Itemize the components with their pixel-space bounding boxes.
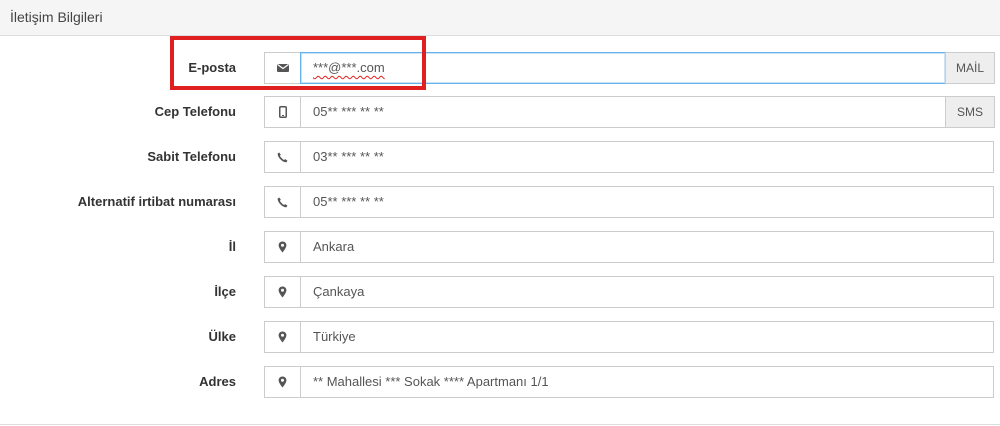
landline-phone-field[interactable]: 03** *** ** ** <box>300 141 994 173</box>
country-row: Ülke Türkiye <box>0 321 1000 353</box>
mobile-phone-field[interactable]: 05** *** ** ** <box>300 96 946 128</box>
email-highlight-annotation <box>170 36 426 90</box>
alternative-contact-label: Alternatif irtibat numarası <box>77 194 236 209</box>
landline-phone-row: Sabit Telefonu 03** *** ** ** <box>0 141 1000 173</box>
address-field[interactable]: ** Mahallesi *** Sokak **** Apartmanı 1/… <box>300 366 994 398</box>
country-label: Ülke <box>208 329 236 344</box>
panel-title: İletişim Bilgileri <box>10 9 103 25</box>
district-label: İlçe <box>214 284 236 299</box>
address-label: Adres <box>199 374 236 389</box>
phone-icon <box>264 186 301 218</box>
district-row: İlçe Çankaya <box>0 276 1000 308</box>
province-field[interactable]: Ankara <box>300 231 994 263</box>
phone-icon <box>264 141 301 173</box>
country-field[interactable]: Türkiye <box>300 321 994 353</box>
mobile-phone-icon <box>264 96 301 128</box>
alternative-contact-field[interactable]: 05** *** ** ** <box>300 186 994 218</box>
province-label: İl <box>228 239 236 254</box>
map-marker-icon <box>264 276 301 308</box>
panel-divider <box>0 424 1000 425</box>
mobile-phone-label: Cep Telefonu <box>154 104 236 119</box>
landline-phone-label: Sabit Telefonu <box>147 149 236 164</box>
map-marker-icon <box>264 231 301 263</box>
address-row: Adres ** Mahallesi *** Sokak **** Apartm… <box>0 366 1000 398</box>
panel-header: İletişim Bilgileri <box>0 0 1000 36</box>
alternative-contact-row: Alternatif irtibat numarası 05** *** ** … <box>0 186 1000 218</box>
province-row: İl Ankara <box>0 231 1000 263</box>
map-marker-icon <box>264 321 301 353</box>
district-field[interactable]: Çankaya <box>300 276 994 308</box>
mobile-phone-row: Cep Telefonu 05** *** ** ** SMS <box>0 96 1000 128</box>
email-row: E-posta ***@***.com MAİL <box>0 52 1000 84</box>
sms-button[interactable]: SMS <box>945 96 995 128</box>
mail-button[interactable]: MAİL <box>945 52 995 84</box>
map-marker-icon <box>264 366 301 398</box>
